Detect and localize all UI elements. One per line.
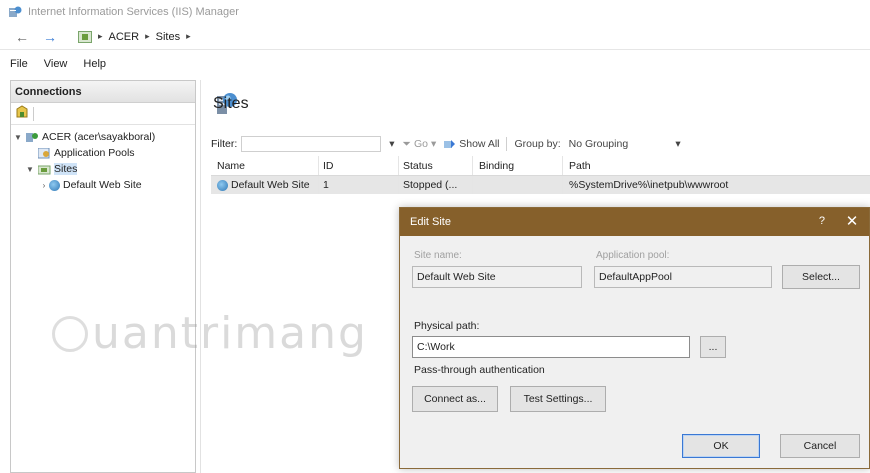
- application-pool-value: DefaultAppPool: [599, 271, 672, 283]
- cell-binding: [473, 176, 563, 194]
- column-header-name[interactable]: Name: [211, 156, 319, 175]
- chevron-down-icon[interactable]: ▼: [25, 165, 35, 174]
- dialog-title: Edit Site: [410, 216, 451, 228]
- tree-item-default-web-site[interactable]: › Default Web Site: [11, 177, 195, 193]
- breadcrumb-separator: ▸: [98, 31, 103, 41]
- browse-button[interactable]: ...: [700, 336, 726, 358]
- page-header: Sites: [213, 90, 249, 118]
- watermark-logo-icon: [52, 316, 88, 352]
- tree-item-application-pools-label: Application Pools: [54, 147, 135, 159]
- dialog-title-bar: Edit Site ? ✕: [400, 208, 869, 236]
- cell-path: %SystemDrive%\inetpub\wwwroot: [569, 179, 729, 191]
- show-all-label: Show All: [459, 138, 500, 150]
- select-button[interactable]: Select...: [782, 265, 860, 289]
- table-row[interactable]: Default Web Site 1 Stopped (... %SystemD…: [211, 176, 870, 194]
- site-name-label: Site name:: [414, 250, 462, 261]
- cell-id: 1: [319, 176, 399, 194]
- help-icon[interactable]: ?: [819, 215, 825, 227]
- test-settings-button[interactable]: Test Settings...: [510, 386, 606, 412]
- chevron-down-icon[interactable]: ▼: [13, 133, 23, 142]
- ok-button[interactable]: OK: [682, 434, 760, 458]
- breadcrumb: ▸ ACER ▸ Sites ▸: [78, 30, 191, 43]
- connections-tree: ▼ ACER (acer\sayakboral) Application Poo…: [11, 125, 195, 193]
- breadcrumb-separator: ▸: [145, 31, 150, 41]
- window-title: Internet Information Services (IIS) Mana…: [28, 6, 239, 18]
- show-all-button[interactable]: Show All: [444, 138, 500, 150]
- site-name-value: Default Web Site: [417, 271, 496, 283]
- go-label: Go: [413, 138, 428, 150]
- globe-icon: [49, 179, 60, 191]
- chevron-right-icon[interactable]: ›: [39, 181, 49, 190]
- application-pools-icon: [38, 147, 50, 158]
- site-name-field: Default Web Site: [412, 266, 582, 288]
- tree-item-sites[interactable]: ▼ Sites: [11, 161, 195, 177]
- tree-item-default-web-site-label: Default Web Site: [63, 179, 142, 191]
- connections-toolbar: [11, 103, 195, 125]
- column-header-binding[interactable]: Binding: [473, 156, 563, 175]
- address-bar: ← → ▸ ACER ▸ Sites ▸: [0, 24, 870, 50]
- breadcrumb-sites[interactable]: Sites: [156, 31, 180, 43]
- forward-icon[interactable]: →: [36, 27, 64, 47]
- physical-path-label: Physical path:: [414, 320, 480, 332]
- application-pool-field: DefaultAppPool: [594, 266, 772, 288]
- tree-item-server[interactable]: ▼ ACER (acer\sayakboral): [11, 129, 195, 145]
- filter-dropdown-icon[interactable]: ▾: [389, 138, 394, 150]
- start-page-icon[interactable]: [15, 105, 29, 122]
- go-button[interactable]: ⏷ Go ▾: [403, 138, 437, 151]
- title-bar: Internet Information Services (IIS) Mana…: [0, 0, 870, 24]
- sites-table: Name ID Status Binding Path Default Web …: [211, 156, 870, 194]
- dialog-body: Site name: Default Web Site Application …: [400, 236, 869, 470]
- connections-header: Connections: [11, 81, 195, 103]
- globe-icon: [217, 179, 228, 191]
- funnel-icon: ⏷: [402, 137, 411, 150]
- menu-file[interactable]: File: [10, 58, 28, 70]
- application-pool-label: Application pool:: [596, 250, 670, 261]
- pass-through-authentication-label: Pass-through authentication: [414, 364, 545, 376]
- filter-label: Filter:: [211, 138, 238, 150]
- filter-divider: [505, 137, 507, 151]
- tree-item-server-label: ACER (acer\sayakboral): [42, 131, 156, 143]
- back-icon[interactable]: ←: [8, 27, 36, 47]
- filter-input[interactable]: [241, 136, 382, 152]
- connections-pane: Connections ▼ ACER (acer\sayakboral) App…: [10, 80, 196, 473]
- chevron-down-icon: ▾: [675, 138, 681, 150]
- menu-view[interactable]: View: [44, 58, 68, 70]
- close-icon[interactable]: ✕: [843, 212, 861, 230]
- page-title: Sites: [213, 95, 249, 112]
- cell-status: Stopped (...: [399, 176, 473, 194]
- connect-as-button[interactable]: Connect as...: [412, 386, 498, 412]
- home-icon[interactable]: [78, 30, 92, 43]
- physical-path-input[interactable]: C:\Work: [412, 336, 690, 358]
- tree-item-sites-label: Sites: [54, 163, 78, 175]
- menu-help[interactable]: Help: [83, 58, 106, 70]
- breadcrumb-separator: ▸: [186, 31, 191, 41]
- menu-bar: File View Help: [0, 52, 870, 76]
- breadcrumb-acer[interactable]: ACER: [109, 31, 140, 43]
- go-dropdown-icon: ▾: [430, 138, 437, 150]
- edit-site-dialog: Edit Site ? ✕ Site name: Default Web Sit…: [399, 207, 870, 469]
- tree-item-application-pools[interactable]: Application Pools: [11, 145, 195, 161]
- group-by-select[interactable]: No Grouping ▾: [569, 138, 681, 150]
- cancel-button[interactable]: Cancel: [780, 434, 860, 458]
- column-header-path[interactable]: Path: [563, 156, 870, 175]
- group-by-label: Group by:: [514, 138, 561, 150]
- cell-name: Default Web Site: [211, 176, 319, 194]
- watermark: uantrimang: [92, 308, 368, 359]
- group-by-value: No Grouping: [568, 138, 629, 150]
- filter-bar: Filter: ▾ ⏷ Go ▾ Show All Group by: No G…: [211, 134, 870, 154]
- toolbar-divider: [33, 106, 34, 121]
- column-header-id[interactable]: ID: [319, 156, 399, 175]
- column-header-status[interactable]: Status: [399, 156, 473, 175]
- sites-folder-icon: [38, 165, 51, 174]
- server-icon: [26, 132, 38, 142]
- table-header: Name ID Status Binding Path: [211, 156, 870, 176]
- iis-app-icon: [8, 5, 22, 19]
- physical-path-value: C:\Work: [417, 341, 455, 353]
- cell-name-text: Default Web Site: [231, 179, 310, 191]
- show-all-icon: [444, 140, 456, 148]
